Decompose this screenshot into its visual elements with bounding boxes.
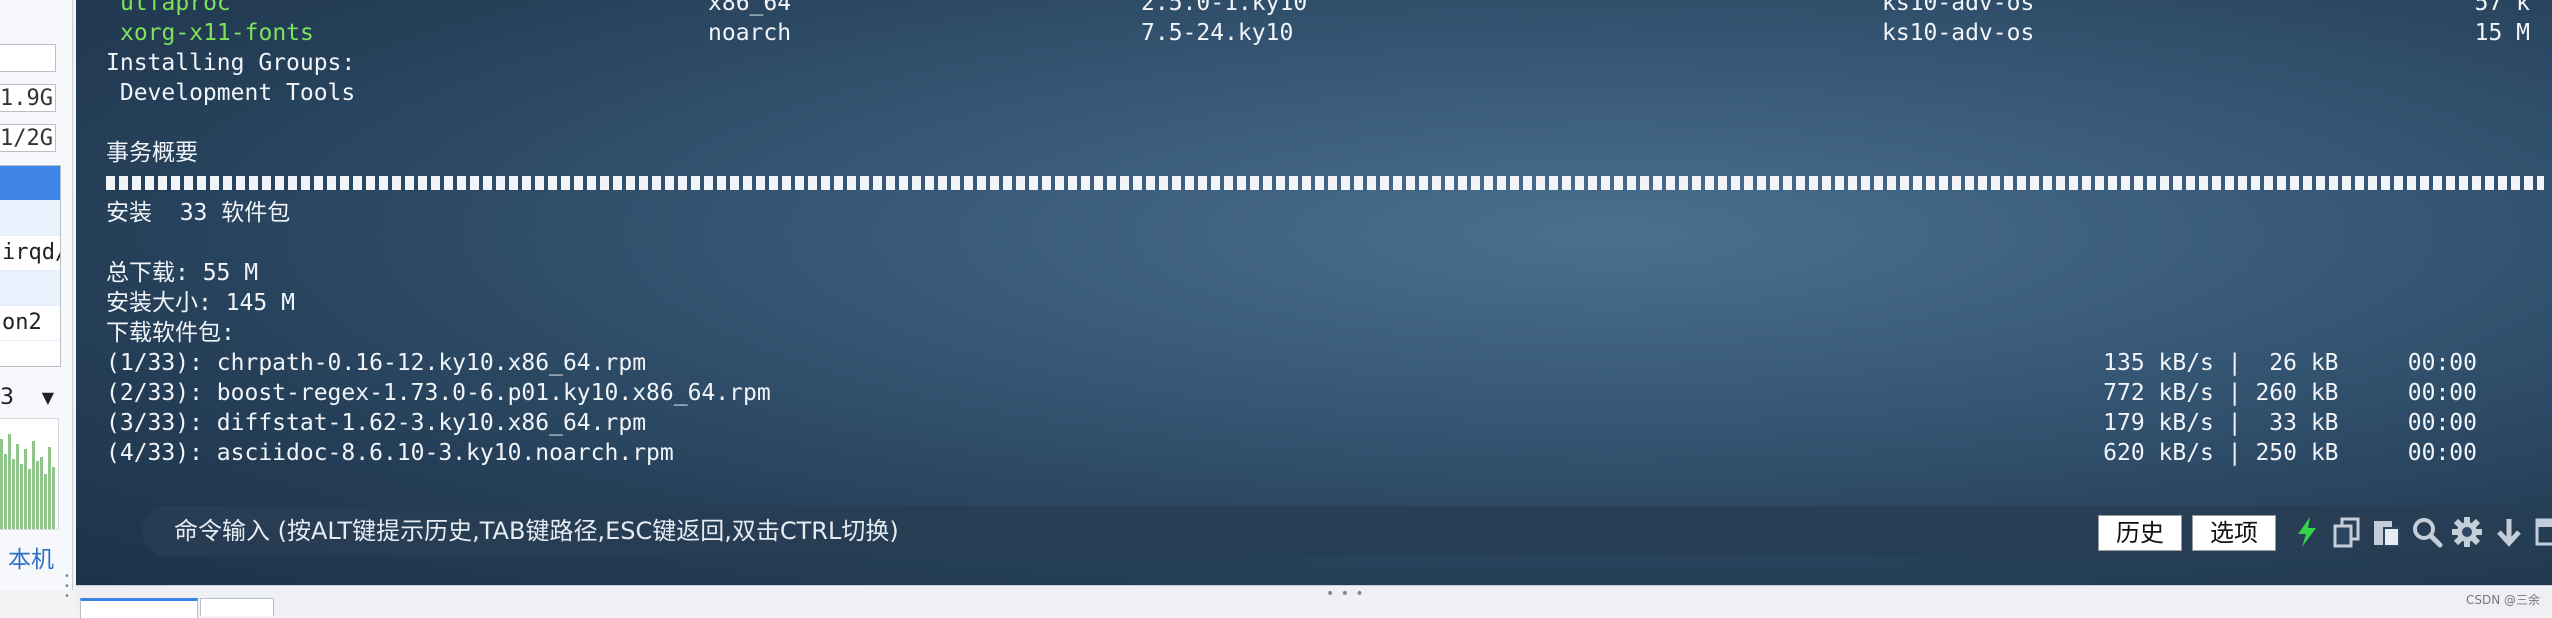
download-stats: 772 kB/s | 260 kB 00:00: [2103, 380, 2477, 406]
list-item[interactable]: irqd/: [0, 236, 60, 271]
list-item[interactable]: [0, 166, 60, 201]
install-size-line: 安装大小: 145 M: [106, 290, 295, 316]
package-version: 7.5-24.ky10: [1141, 20, 1294, 46]
package-repo: ks10-adv-os: [1882, 20, 2035, 46]
terminal-output[interactable]: utfaproc x86_64 2.5.0-1.ky10 ks10-adv-os…: [76, 0, 2552, 585]
group-name-line: Development Tools: [106, 80, 356, 106]
package-repo: ks10-adv-os: [1882, 0, 2035, 16]
package-name: xorg-x11-fonts: [120, 20, 314, 46]
tab-session-2[interactable]: [200, 598, 274, 616]
download-stats: 620 kB/s | 250 kB 00:00: [2103, 440, 2477, 466]
package-size: 57 k: [2474, 0, 2530, 16]
history-button[interactable]: 历史: [2098, 515, 2182, 551]
lightning-icon[interactable]: [2290, 515, 2324, 549]
gear-icon[interactable]: [2450, 515, 2484, 549]
download-file: (3/33): diffstat-1.62-3.ky10.x86_64.rpm: [106, 410, 647, 436]
package-arch: noarch: [708, 20, 792, 46]
install-count-line: 安装 33 软件包: [106, 200, 291, 226]
local-host-label[interactable]: 本机: [8, 540, 54, 574]
chevron-down-icon: ▼: [41, 388, 54, 407]
download-file: (2/33): boost-regex-1.73.0-6.p01.ky10.x8…: [106, 380, 771, 406]
list-item[interactable]: [0, 201, 60, 236]
search-icon[interactable]: [2410, 515, 2444, 549]
download-stats: 135 kB/s | 26 kB 00:00: [2103, 350, 2477, 376]
package-version: 2.5.0-1.ky10: [1141, 0, 1308, 16]
splitter-handle-icon[interactable]: • • •: [64, 572, 70, 602]
installing-groups-line: Installing Groups:: [106, 50, 356, 76]
watermark: CSDN @三余: [2465, 593, 2540, 607]
process-list[interactable]: irqd/ on2: [0, 165, 61, 367]
panel-field-2: 1.9G: [0, 84, 56, 112]
separator-line: [106, 176, 2544, 190]
list-item[interactable]: [0, 271, 60, 306]
command-input-bar[interactable]: 命令输入 (按ALT键提示历史,TAB键路径,ESC键返回,双击CTRL切换) …: [142, 506, 2552, 556]
package-size: 15 M: [2474, 20, 2530, 46]
paste-icon[interactable]: [2370, 515, 2404, 549]
interface-select-value: 3: [0, 385, 14, 410]
interface-select[interactable]: 3 ▼: [0, 383, 58, 413]
total-download-line: 总下载: 55 M: [106, 260, 259, 286]
resize-handle-icon[interactable]: • • •: [1326, 586, 1365, 602]
copy-icon[interactable]: [2330, 515, 2364, 549]
panel-field-3: 1/2G: [0, 124, 56, 152]
panel-field-1: [0, 44, 56, 72]
command-input[interactable]: 命令输入 (按ALT键提示历史,TAB键路径,ESC键返回,双击CTRL切换): [174, 506, 899, 556]
network-graph: [0, 418, 59, 530]
download-file: (4/33): asciidoc-8.6.10-3.ky10.noarch.rp…: [106, 440, 674, 466]
left-side-panel: 1.9G 1/2G irqd/ on2 3 ▼ 本机: [0, 0, 73, 590]
package-arch: x86_64: [708, 0, 792, 16]
summary-title: 事务概要: [106, 140, 198, 166]
tab-session-1[interactable]: [80, 598, 198, 618]
network-graph-bars: [0, 434, 55, 529]
download-stats: 179 kB/s | 33 kB 00:00: [2103, 410, 2477, 436]
package-name: utfaproc: [120, 0, 231, 16]
window-icon[interactable]: [2534, 515, 2552, 549]
download-file: (1/33): chrpath-0.16-12.ky10.x86_64.rpm: [106, 350, 647, 376]
download-icon[interactable]: [2492, 515, 2526, 549]
downloading-line: 下载软件包:: [106, 320, 235, 346]
options-button[interactable]: 选项: [2192, 515, 2276, 551]
bottom-tab-strip: • • • CSDN @三余: [76, 585, 2552, 618]
list-item[interactable]: on2: [0, 306, 60, 341]
